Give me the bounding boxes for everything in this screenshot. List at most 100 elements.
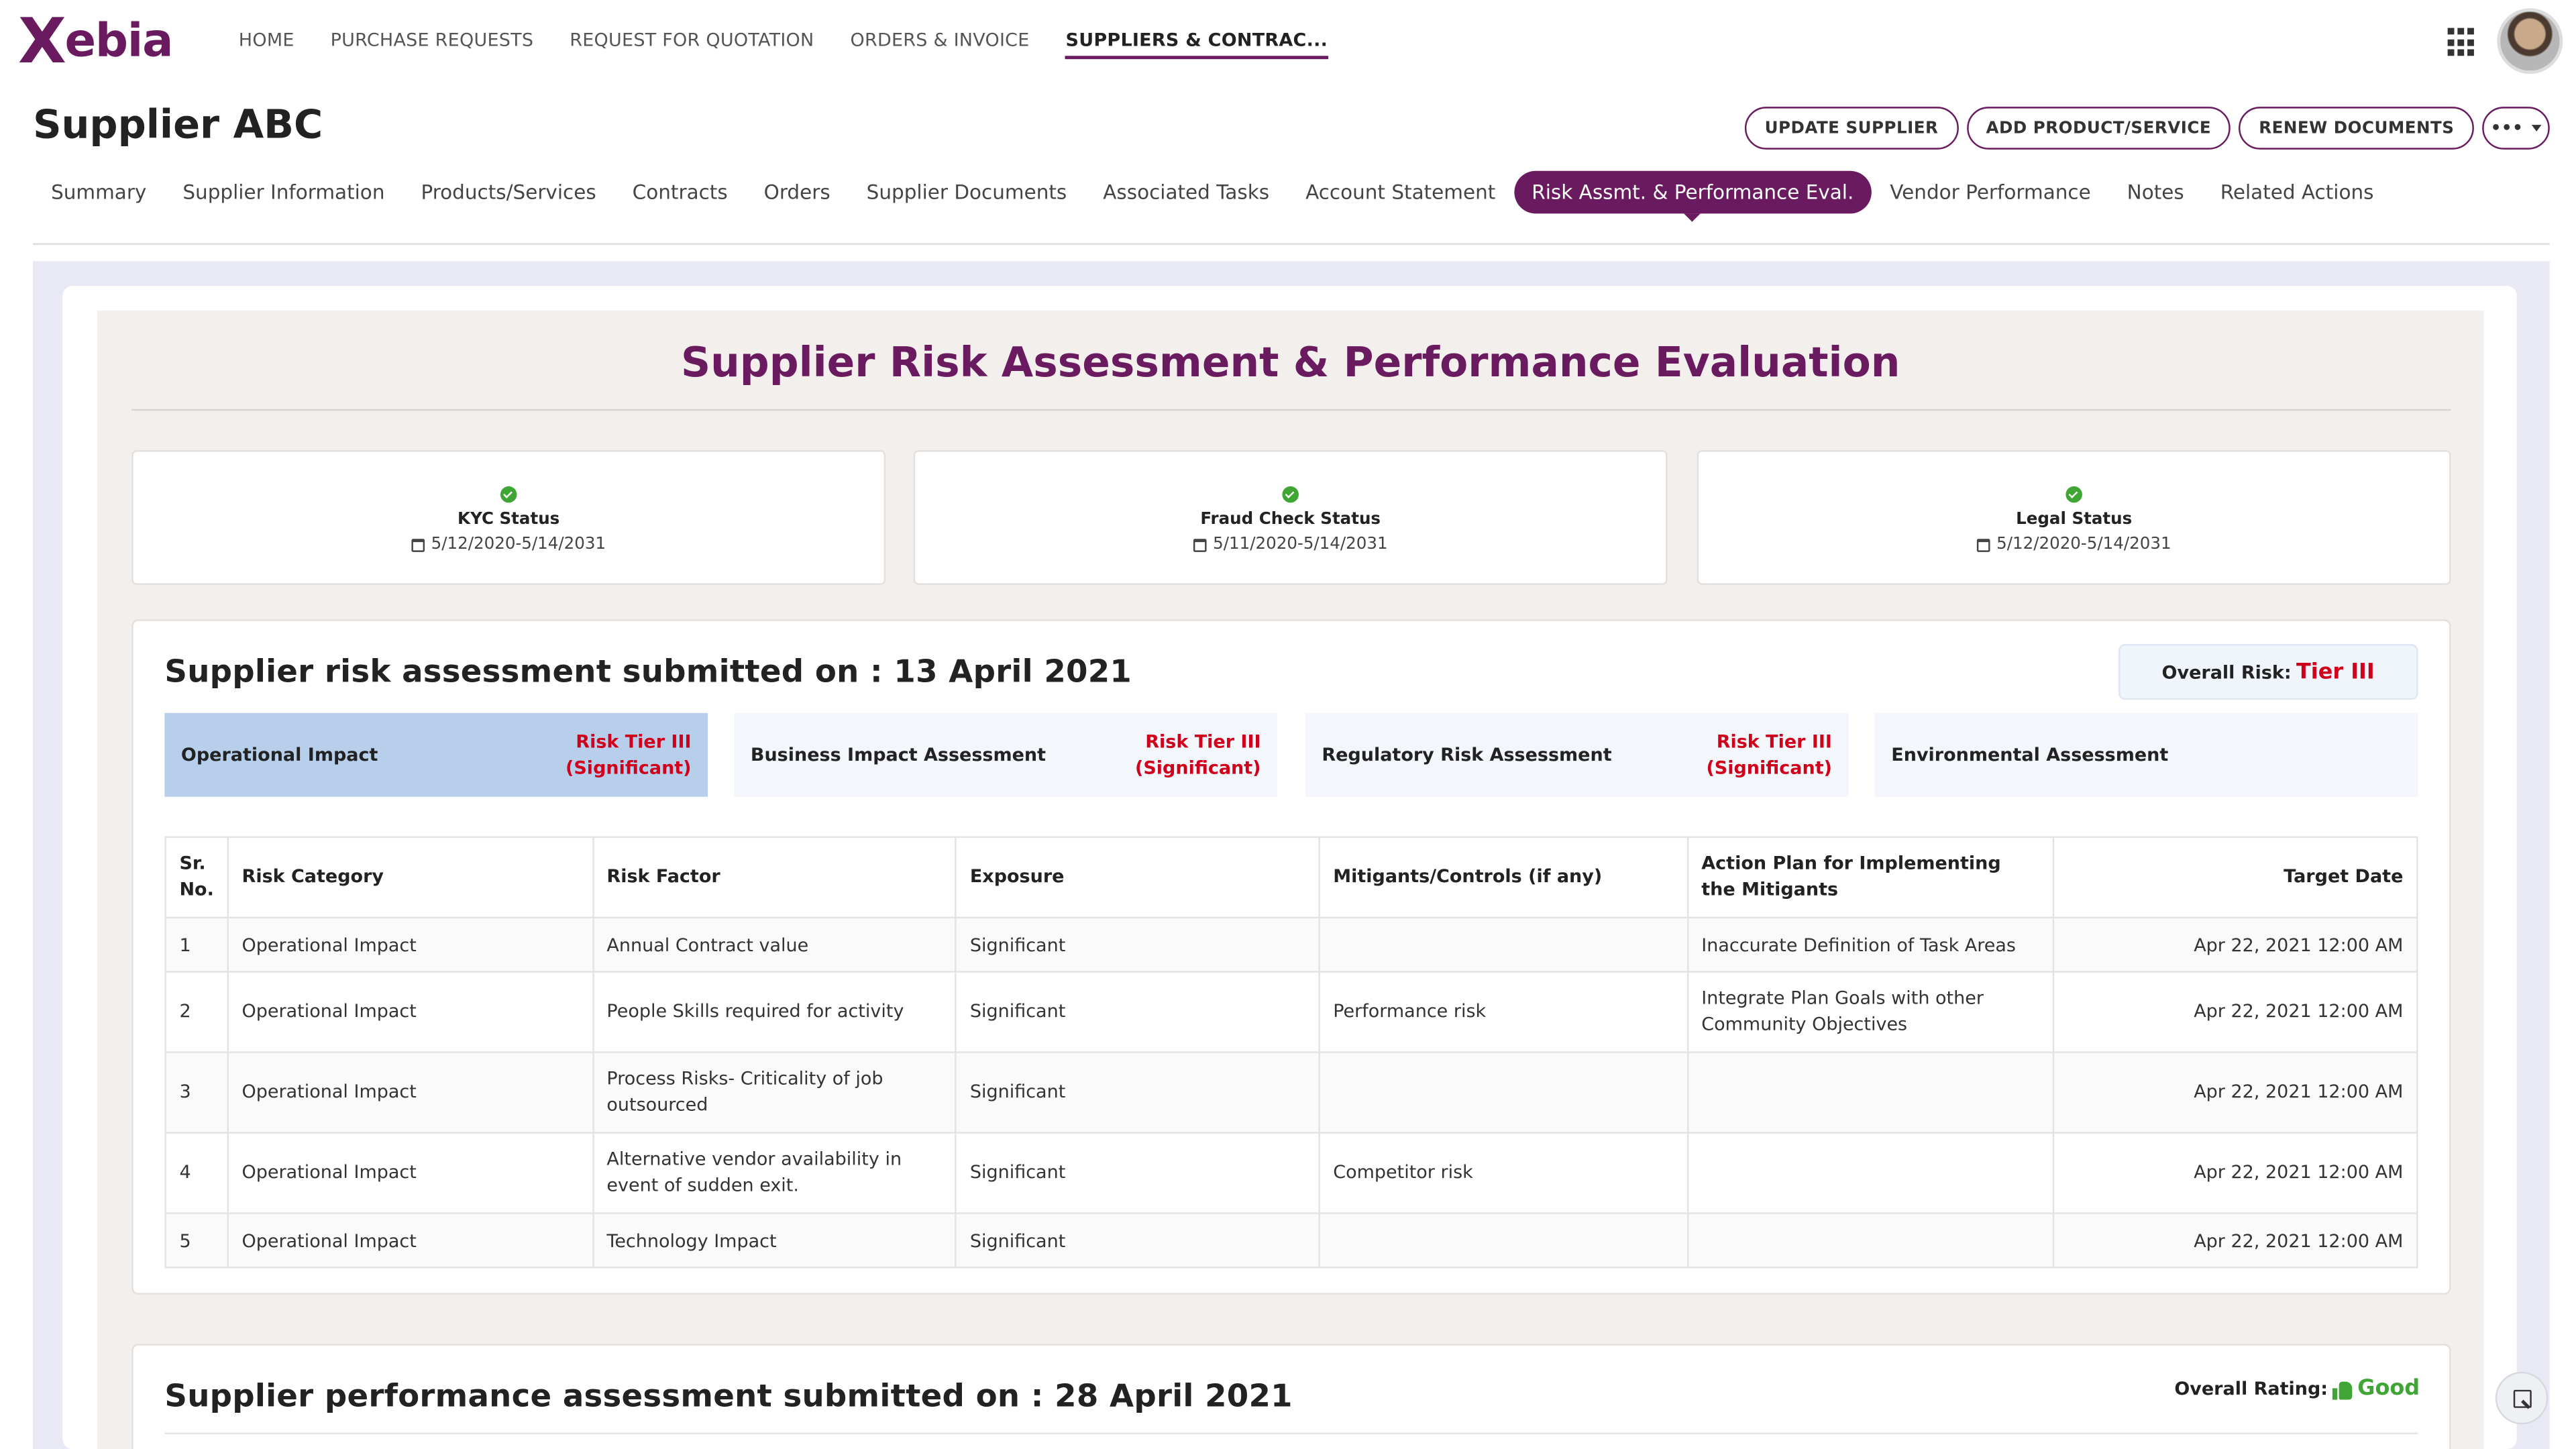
assessment-heading: Supplier Risk Assessment & Performance E…: [680, 338, 1900, 386]
cell-exposure: Significant: [955, 971, 1320, 1053]
heading-divider: [131, 409, 2451, 411]
tab-supplier-information[interactable]: Supplier Information: [164, 171, 402, 214]
performance-table-border: [164, 1432, 2418, 1434]
add-product-service-button[interactable]: ADD PRODUCT/SERVICE: [1966, 107, 2231, 150]
performance-section-title: Supplier performance assessment submitte…: [164, 1378, 1293, 1415]
category-tier: Risk Tier III (Significant): [1135, 730, 1261, 778]
category-name: Operational Impact: [180, 744, 378, 766]
nav-item-orders-invoice[interactable]: ORDERS & INVOICE: [850, 0, 1029, 79]
tab-vendor-performance[interactable]: Vendor Performance: [1872, 171, 2108, 214]
xebia-logo[interactable]: X ebia: [17, 5, 173, 78]
status-label: Legal Status: [2016, 511, 2133, 529]
tab-orders[interactable]: Orders: [746, 171, 849, 214]
cell-target-date: Apr 22, 2021 12:00 AM: [2053, 1212, 2418, 1269]
select-cursor-icon: [2512, 1389, 2531, 1407]
check-circle-icon: [1282, 486, 1299, 503]
category-tier: Risk Tier III (Significant): [1706, 730, 1832, 778]
cell-action-plan: Inaccurate Definition of Task Areas: [1686, 916, 2055, 973]
cell-target-date: Apr 22, 2021 12:00 AM: [2053, 1132, 2418, 1214]
cell-sr-no: 1: [164, 916, 229, 973]
renew-documents-button[interactable]: RENEW DOCUMENTS: [2239, 107, 2474, 150]
tab-products-services[interactable]: Products/Services: [402, 171, 614, 214]
tab-summary[interactable]: Summary: [33, 171, 164, 214]
cell-risk-factor: Alternative vendor availability in event…: [592, 1132, 957, 1214]
status-date-text: 5/11/2020-5/14/2031: [1213, 535, 1388, 554]
tab-account-statement[interactable]: Account Statement: [1287, 171, 1513, 214]
category-tier: Risk Tier III (Significant): [566, 730, 692, 778]
floating-select-button[interactable]: [2495, 1371, 2548, 1425]
more-actions-button[interactable]: •••: [2482, 107, 2550, 150]
table-row: 5 Operational Impact Technology Impact S…: [164, 1212, 2418, 1269]
thumbs-up-icon: [2332, 1379, 2353, 1399]
table-row: 2 Operational Impact People Skills requi…: [164, 971, 2418, 1053]
tab-contracts[interactable]: Contracts: [614, 171, 746, 214]
cell-action-plan: [1686, 1132, 2055, 1214]
status-date-text: 5/12/2020-5/14/2031: [1996, 535, 2171, 554]
cell-exposure: Significant: [955, 1212, 1320, 1269]
nav-item-purchase-requests[interactable]: PURCHASE REQUESTS: [331, 0, 534, 79]
category-name: Business Impact Assessment: [750, 744, 1046, 766]
cell-sr-no: 2: [164, 971, 229, 1053]
overall-risk-badge: Overall Risk: Tier III: [2118, 644, 2418, 700]
cell-sr-no: 4: [164, 1132, 229, 1214]
tab-related-actions[interactable]: Related Actions: [2202, 171, 2392, 214]
tab-associated-tasks[interactable]: Associated Tasks: [1085, 171, 1287, 214]
cell-action-plan: [1686, 1212, 2055, 1269]
caret-down-icon: [2531, 125, 2542, 131]
column-header-sr-no: Sr. No.: [164, 836, 229, 918]
category-tab-environmental[interactable]: Environmental Assessment: [1874, 712, 2418, 797]
cell-mitigants: [1318, 1212, 1688, 1269]
tab-supplier-documents[interactable]: Supplier Documents: [849, 171, 1085, 214]
column-header-mitigants: Mitigants/Controls (if any): [1318, 836, 1688, 918]
header-divider: [33, 243, 2550, 245]
update-supplier-button[interactable]: UPDATE SUPPLIER: [1745, 107, 1958, 150]
calendar-icon: [411, 538, 425, 551]
cell-risk-category: Operational Impact: [227, 1212, 594, 1269]
category-tab-business-impact[interactable]: Business Impact Assessment Risk Tier III…: [734, 712, 1278, 797]
overall-rating-value: Good: [2357, 1377, 2420, 1401]
cell-risk-category: Operational Impact: [227, 971, 594, 1053]
status-date: 5/12/2020-5/14/2031: [133, 535, 884, 553]
nav-item-suppliers-contracts[interactable]: SUPPLIERS & CONTRAC...: [1065, 0, 1328, 79]
category-tab-operational-impact[interactable]: Operational Impact Risk Tier III (Signifi…: [164, 712, 708, 797]
cell-action-plan: [1686, 1051, 2055, 1134]
risk-category-tabs: Operational Impact Risk Tier III (Signifi…: [164, 712, 2418, 797]
nav-items: HOME PURCHASE REQUESTS REQUEST FOR QUOTA…: [239, 0, 1364, 79]
table-row: 1 Operational Impact Annual Contract val…: [164, 916, 2418, 973]
table-row: 4 Operational Impact Alternative vendor …: [164, 1132, 2418, 1214]
cell-risk-factor: People Skills required for activity: [592, 971, 957, 1053]
tab-risk-assessment[interactable]: Risk Assmt. & Performance Eval.: [1513, 170, 1872, 222]
risk-table: Sr. No. Risk Category Risk Factor Exposu…: [164, 836, 2418, 1269]
nav-item-home[interactable]: HOME: [239, 0, 294, 79]
table-row: 3 Operational Impact Process Risks- Crit…: [164, 1051, 2418, 1134]
category-name: Regulatory Risk Assessment: [1322, 744, 1612, 766]
logo-x: X: [17, 5, 66, 78]
category-tab-regulatory-risk[interactable]: Regulatory Risk Assessment Risk Tier III…: [1305, 712, 1849, 797]
nav-item-request-for-quotation[interactable]: REQUEST FOR QUOTATION: [570, 0, 814, 79]
cell-risk-factor: Process Risks- Criticality of job outsou…: [592, 1051, 957, 1134]
user-avatar[interactable]: [2497, 8, 2563, 74]
more-dots-icon: •••: [2490, 119, 2524, 138]
cell-risk-category: Operational Impact: [227, 1132, 594, 1214]
cell-risk-factor: Annual Contract value: [592, 916, 957, 973]
column-header-risk-factor: Risk Factor: [592, 836, 957, 918]
status-label: KYC Status: [458, 511, 560, 529]
column-header-action-plan: Action Plan for Implementing the Mitigan…: [1686, 836, 2055, 918]
calendar-icon: [1193, 538, 1207, 551]
overall-risk-value: Tier III: [2296, 659, 2375, 685]
page-title: Supplier ABC: [33, 101, 323, 148]
apps-grid-icon[interactable]: [2447, 28, 2477, 58]
check-circle-icon: [500, 486, 517, 503]
cell-action-plan: Integrate Plan Goals with other Communit…: [1686, 971, 2055, 1053]
calendar-icon: [1976, 538, 1990, 551]
cell-sr-no: 3: [164, 1051, 229, 1134]
legal-status-card: Legal Status 5/12/2020-5/14/2031: [1697, 450, 2451, 585]
cell-exposure: Significant: [955, 1051, 1320, 1134]
cell-risk-factor: Technology Impact: [592, 1212, 957, 1269]
header-actions: UPDATE SUPPLIER ADD PRODUCT/SERVICE RENE…: [1745, 107, 2550, 150]
cell-sr-no: 5: [164, 1212, 229, 1269]
tab-notes[interactable]: Notes: [2109, 171, 2202, 214]
status-date: 5/12/2020-5/14/2031: [1699, 535, 2449, 553]
cell-exposure: Significant: [955, 1132, 1320, 1214]
cell-target-date: Apr 22, 2021 12:00 AM: [2053, 971, 2418, 1053]
